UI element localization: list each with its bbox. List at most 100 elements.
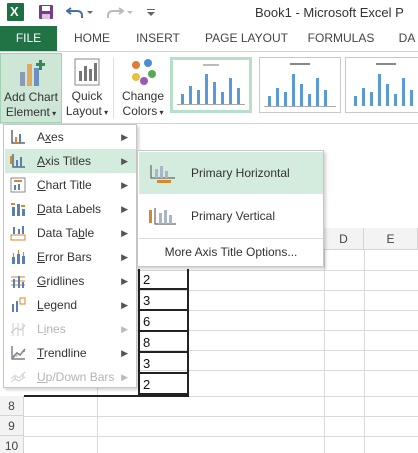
tab-home[interactable]: HOME <box>67 26 117 51</box>
menu-item-label: Up/Down Bars <box>37 370 115 384</box>
chart-title-icon <box>10 177 26 193</box>
submenu-arrow-icon: ▶ <box>121 348 128 358</box>
column-header-d[interactable]: D <box>324 228 364 250</box>
excel-logo-icon[interactable] <box>7 3 24 21</box>
menu-item-chart-title[interactable]: Chart Title ▶ <box>5 173 136 197</box>
trendline-icon <box>11 346 26 360</box>
data-cell[interactable]: 6 <box>138 311 189 332</box>
menu-item-gridlines[interactable]: Gridlines ▶ <box>5 269 136 293</box>
chart-style-1[interactable] <box>170 57 252 113</box>
change-colors-label-1: Change <box>121 89 165 103</box>
submenu-arrow-icon: ▶ <box>121 204 128 214</box>
menu-item-label: Lines <box>37 322 66 336</box>
submenu-item-primary-horizontal[interactable]: Primary Horizontal <box>139 152 323 194</box>
redo-dropdown-icon[interactable] <box>126 4 134 22</box>
row-header-9[interactable]: 9 <box>0 416 24 436</box>
data-cell[interactable]: 3 <box>138 290 189 311</box>
menu-item-label: Chart Title <box>37 178 92 192</box>
menu-item-label: Legend <box>37 298 78 312</box>
data-labels-icon <box>11 203 25 216</box>
menu-item-legend[interactable]: Legend ▶ <box>5 293 136 317</box>
submenu-arrow-icon: ▶ <box>121 276 128 286</box>
dropdown-arrow-icon: ▾ <box>157 108 164 117</box>
data-table-icon <box>10 226 26 241</box>
menu-item-label: Data Labels <box>37 202 102 216</box>
quick-layout-label-1: Quick <box>71 89 103 103</box>
menu-item-trendline[interactable]: Trendline ▶ <box>5 341 136 365</box>
chart-style-2-thumbnail <box>264 63 336 107</box>
change-colors-button[interactable]: Change Colors ▾ <box>119 53 167 123</box>
menu-item-label: Trendline <box>37 346 87 360</box>
axis-titles-submenu: Primary Horizontal Primary Vertical More… <box>137 150 324 267</box>
more-axis-title-options-item[interactable]: More Axis Title Options... <box>139 240 323 264</box>
menu-item-label: Gridlines <box>37 274 85 288</box>
add-chart-element-menu: Axes ▶ Axis Titles ▶ Chart Title ▶ Data … <box>3 124 137 388</box>
error-bars-icon <box>12 250 25 264</box>
lines-icon <box>10 323 26 336</box>
change-colors-label-2: Colors <box>122 104 158 118</box>
menu-item-axes[interactable]: Axes ▶ <box>5 125 136 149</box>
ribbon-separator <box>113 58 114 118</box>
add-chart-element-label-2: Element <box>5 105 50 119</box>
tab-data[interactable]: DA <box>392 26 418 51</box>
tab-file[interactable]: FILE <box>0 26 57 51</box>
submenu-arrow-icon: ▶ <box>121 324 128 334</box>
menu-item-data-table[interactable]: Data Table ▶ <box>5 221 136 245</box>
menu-item-error-bars[interactable]: Error Bars ▶ <box>5 245 136 269</box>
ribbon-tabs: FILE HOME INSERT PAGE LAYOUT FORMULAS DA <box>0 26 418 51</box>
data-cell[interactable]: 3 <box>138 353 189 374</box>
gridlines-icon <box>11 276 25 288</box>
ribbon: Add Chart Element ▾ Quick Layout ▾ Chang… <box>0 51 418 124</box>
submenu-divider <box>139 238 323 239</box>
save-icon[interactable] <box>38 4 54 22</box>
undo-icon[interactable] <box>66 4 84 22</box>
chart-style-2[interactable] <box>259 57 341 113</box>
submenu-arrow-icon: ▶ <box>121 132 128 142</box>
chart-style-3-thumbnail <box>354 63 413 106</box>
submenu-arrow-icon: ▶ <box>121 180 128 190</box>
dropdown-arrow-icon: ▾ <box>101 108 109 117</box>
quick-layout-label-2: Layout <box>65 104 102 118</box>
menu-item-up-down-bars[interactable]: Up/Down Bars ▶ <box>5 365 136 389</box>
row-header-10[interactable]: 10 <box>0 436 24 453</box>
tab-page-layout[interactable]: PAGE LAYOUT <box>199 26 294 51</box>
legend-icon <box>12 297 26 312</box>
row-header-8[interactable]: 8 <box>0 396 24 416</box>
submenu-item-label: Primary Horizontal <box>191 166 290 180</box>
customize-qat-icon[interactable] <box>146 4 156 22</box>
chart-style-1-thumbnail <box>177 64 245 105</box>
title-bar: Book1 - Microsoft Excel P <box>0 0 418 26</box>
data-cell[interactable]: 8 <box>138 332 189 353</box>
tab-formulas[interactable]: FORMULAS <box>305 26 377 51</box>
menu-item-label: Axis Titles <box>37 154 92 168</box>
menu-item-data-labels[interactable]: Data Labels ▶ <box>5 197 136 221</box>
undo-dropdown-icon[interactable] <box>86 4 94 22</box>
data-cell[interactable]: 2 <box>138 374 189 395</box>
chart-style-3[interactable] <box>345 57 418 113</box>
up-down-bars-icon <box>10 371 26 383</box>
menu-item-label: Error Bars <box>37 250 92 264</box>
quick-layout-button[interactable]: Quick Layout ▾ <box>64 53 110 123</box>
add-chart-element-label-1: Add Chart <box>3 90 59 104</box>
submenu-arrow-icon: ▶ <box>121 372 128 382</box>
tab-insert[interactable]: INSERT <box>130 26 186 51</box>
submenu-arrow-icon: ▶ <box>121 252 128 262</box>
axis-titles-icon <box>10 154 25 168</box>
menu-item-axis-titles[interactable]: Axis Titles ▶ <box>5 149 136 173</box>
data-cell[interactable]: 2 <box>138 269 189 290</box>
primary-horizontal-axis-title-icon <box>150 165 175 183</box>
axes-icon <box>11 130 25 144</box>
menu-item-lines[interactable]: Lines ▶ <box>5 317 136 341</box>
column-header-e[interactable]: E <box>364 228 418 250</box>
change-colors-icon <box>132 59 156 85</box>
submenu-item-label: Primary Vertical <box>191 209 276 223</box>
submenu-arrow-icon: ▶ <box>121 156 128 166</box>
submenu-item-primary-vertical[interactable]: Primary Vertical <box>139 195 323 237</box>
menu-item-label: Axes <box>37 130 64 144</box>
submenu-arrow-icon: ▶ <box>121 300 128 310</box>
menu-item-label: Data Table <box>37 226 95 240</box>
redo-icon[interactable] <box>106 4 124 22</box>
table-border <box>24 395 189 397</box>
window-title: Book1 - Microsoft Excel P <box>255 5 404 20</box>
add-chart-element-button[interactable]: Add Chart Element ▾ <box>0 53 62 123</box>
